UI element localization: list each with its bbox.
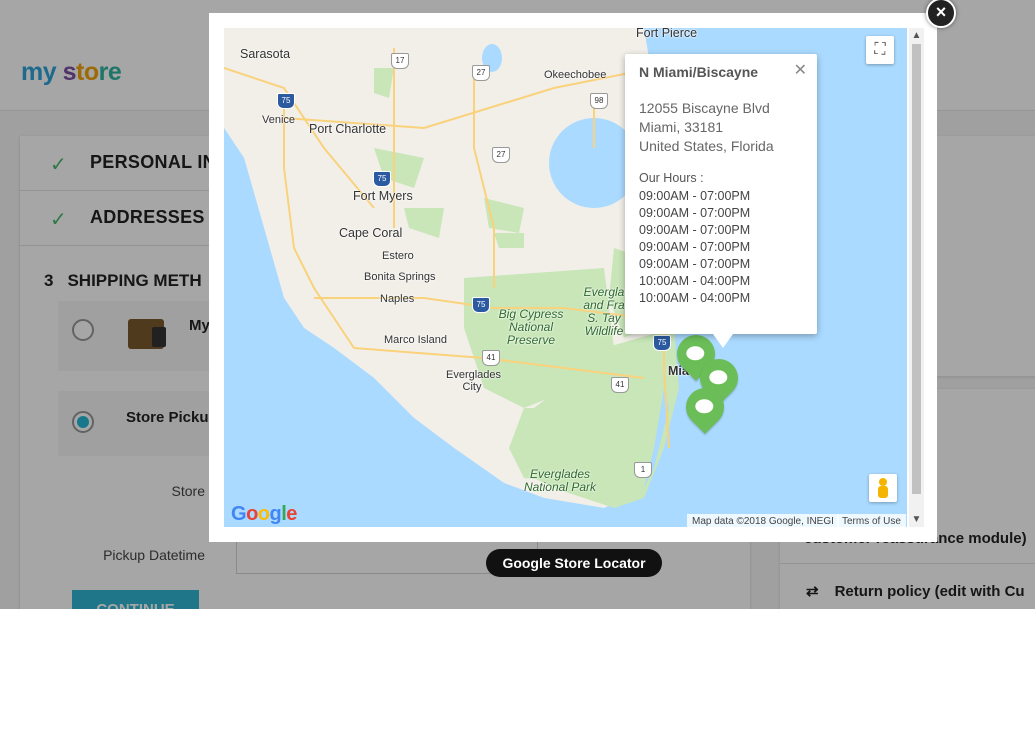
interstate-shield: 75	[653, 335, 671, 351]
map-city-label: Port Charlotte	[309, 122, 387, 136]
store-hours: 09:00AM - 07:00PM 09:00AM - 07:00PM 09:0…	[639, 189, 751, 305]
map-city-label: Venice	[262, 114, 296, 126]
map-city-label: Fort Myers	[353, 189, 413, 203]
map-city-label: Everglades City	[446, 369, 502, 393]
route-shield: 17	[391, 53, 409, 69]
map-city-label: Naples	[380, 293, 415, 305]
route-shield: 1	[634, 462, 652, 478]
google-logo: Google	[231, 503, 297, 525]
store-address: 12055 Biscayne Blvd Miami, 33181 United …	[639, 100, 774, 154]
modal-scrollbar[interactable]: ▲ ▼	[909, 28, 924, 527]
route-shield: 27	[492, 147, 510, 163]
scroll-down-icon[interactable]: ▼	[909, 514, 924, 525]
map-city-label: Estero	[382, 250, 414, 262]
hours-title: Our Hours :	[639, 171, 704, 185]
map-city-label: Sarasota	[240, 47, 291, 61]
route-shield: 98	[590, 93, 608, 109]
map-park-label: Everglades National Park	[523, 467, 597, 494]
scroll-up-icon[interactable]: ▲	[909, 30, 924, 41]
route-shield: 27	[472, 65, 490, 81]
store-info-window: N Miami/Biscayne ✕ 12055 Biscayne Blvd M…	[625, 54, 817, 348]
interstate-shield: 75	[373, 171, 391, 187]
info-window-close-button[interactable]: ✕	[794, 60, 807, 80]
google-store-locator-button[interactable]: Google Store Locator	[486, 549, 662, 577]
street-view-pegman-icon[interactable]	[869, 474, 897, 502]
store-name: N Miami/Biscayne	[639, 64, 759, 80]
scrollbar-thumb[interactable]	[912, 44, 921, 494]
map-city-label: Bonita Springs	[364, 271, 436, 283]
interstate-shield: 75	[277, 93, 295, 109]
map-city-label: Marco Island	[384, 334, 447, 346]
map-park-label: Big Cypress National Preserve	[498, 307, 564, 347]
interstate-shield: 75	[472, 297, 490, 313]
terms-of-use-link[interactable]: Terms of Use	[837, 514, 906, 529]
map-city-label: Okeechobee	[544, 69, 607, 81]
map-park-label: Evergla and Fra S. Tay Wildlife	[583, 286, 625, 338]
map-city-label: Fort Pierce	[636, 28, 698, 40]
route-shield: 41	[482, 350, 500, 366]
map-attribution: Map data ©2018 Google, INEGI	[687, 514, 839, 529]
route-shield: 41	[611, 377, 629, 393]
fullscreen-icon[interactable]: ⛶	[866, 36, 894, 64]
map-city-label: Cape Coral	[339, 226, 403, 240]
